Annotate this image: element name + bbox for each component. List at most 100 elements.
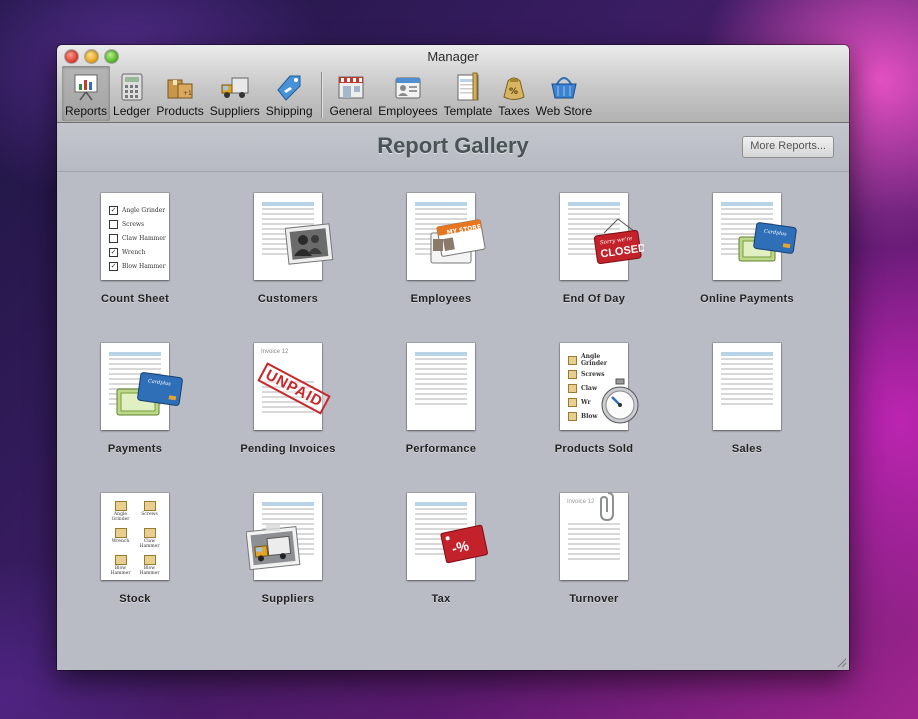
stock-item: Blow Hammer xyxy=(106,555,135,576)
svg-text:+1: +1 xyxy=(183,90,192,97)
item-label: Wrench xyxy=(111,539,130,544)
item-label: Blow Hammer xyxy=(139,566,160,576)
checkbox-icon: ✓ xyxy=(109,205,118,215)
stock-thumbnail: Angle Grinder Screws Wrench Claw Hammer … xyxy=(101,493,169,580)
toolbar-item-general[interactable]: General xyxy=(327,66,376,121)
report-label: Count Sheet xyxy=(100,293,170,305)
manager-window: Manager Reports Ledger +1 Products Suppl… xyxy=(57,45,849,670)
employees-icon xyxy=(395,77,421,99)
box-icon xyxy=(114,555,127,565)
performance-thumbnail xyxy=(407,343,475,430)
payment-cards-icon: Cardplus xyxy=(116,372,183,416)
box-icon xyxy=(568,355,577,365)
list-item: ✓ Blow Hammer xyxy=(109,259,166,273)
stock-item: Screws xyxy=(135,501,164,522)
toolbar-item-web-store[interactable]: Web Store xyxy=(533,66,595,121)
report-gallery-panel: Report Gallery More Reports... ✓ Angle Gr… xyxy=(57,123,849,670)
item-label: Wrench xyxy=(122,248,146,256)
checkbox-icon xyxy=(109,219,118,229)
stopwatch-icon xyxy=(601,378,639,424)
products-icon: +1 xyxy=(167,79,193,99)
toolbar-label-reports: Reports xyxy=(65,104,108,118)
item-label: Wr xyxy=(581,398,591,406)
toolbar-item-reports[interactable]: Reports xyxy=(62,66,111,121)
toolbar-label-employees: Employees xyxy=(378,104,438,118)
box-icon xyxy=(568,383,577,393)
list-item: ✓ Wrench xyxy=(109,245,166,259)
title-bar: Manager Reports Ledger +1 Products Suppl… xyxy=(57,45,849,123)
box-icon xyxy=(143,501,156,511)
gallery-title: Report Gallery xyxy=(377,133,529,158)
web-store-icon xyxy=(551,77,577,99)
report-label: Stock xyxy=(119,593,151,605)
item-label: Angle Grinder xyxy=(122,206,166,214)
count-sheet-list: ✓ Angle Grinder Screws Claw Hammer ✓ Wrenc… xyxy=(109,203,166,273)
toolbar-label-template: Template xyxy=(443,104,493,118)
list-item: Claw Hammer xyxy=(109,231,166,245)
checkbox-icon xyxy=(109,233,118,243)
item-label: Blow Hammer xyxy=(122,262,166,270)
toolbar-item-suppliers[interactable]: Suppliers xyxy=(207,66,263,121)
stock-item: Claw Hammer xyxy=(135,528,164,549)
box-icon xyxy=(568,369,577,379)
report-label: Performance xyxy=(405,443,477,455)
stock-item: Angle Grinder xyxy=(106,501,135,522)
report-label: Sales xyxy=(731,443,763,455)
report-label: Online Payments xyxy=(700,293,794,305)
toolbar-label-ledger: Ledger xyxy=(113,104,151,118)
count-sheet-thumbnail: ✓ Angle Grinder Screws Claw Hammer ✓ Wrenc… xyxy=(101,193,169,280)
paperclip-icon xyxy=(600,492,614,522)
invoice-heading: Invoice 12 xyxy=(261,349,289,355)
sales-thumbnail xyxy=(713,343,781,430)
checkbox-icon: ✓ xyxy=(109,261,118,271)
report-label: Employees xyxy=(410,293,472,305)
toolbar-item-shipping[interactable]: Shipping xyxy=(263,66,316,121)
item-label: Claw Hammer xyxy=(122,234,166,242)
list-item: ✓ Angle Grinder xyxy=(109,203,166,217)
toolbar-label-shipping: Shipping xyxy=(265,104,313,118)
item-label: Blow Hammer xyxy=(110,566,131,576)
toolbar-item-template[interactable]: Template xyxy=(441,66,496,121)
toolbar-label-products: Products xyxy=(156,104,204,118)
report-label: Suppliers xyxy=(261,593,315,605)
checkbox-icon: ✓ xyxy=(109,247,118,257)
toolbar-item-employees[interactable]: Employees xyxy=(375,66,440,121)
reports-icon xyxy=(74,74,98,101)
toolbar-item-ledger[interactable]: Ledger xyxy=(110,66,153,121)
report-label: End Of Day xyxy=(562,293,626,305)
more-reports-button[interactable]: More Reports... xyxy=(742,136,834,158)
invoice-heading: Invoice 12 xyxy=(567,499,595,505)
stock-grid: Angle Grinder Screws Wrench Claw Hammer … xyxy=(106,501,164,576)
table-lines xyxy=(415,352,467,408)
truck-photo-icon xyxy=(246,525,301,571)
item-label: Claw Hammer xyxy=(139,539,160,549)
box-icon xyxy=(143,555,156,565)
toolbar: Reports Ledger +1 Products Suppliers Shi… xyxy=(62,66,849,121)
list-item: Screws xyxy=(109,217,166,231)
toolbar-label-web-store: Web Store xyxy=(535,104,593,118)
table-lines xyxy=(721,352,773,408)
taxes-icon: % xyxy=(503,77,525,100)
report-label: Products Sold xyxy=(554,443,634,455)
list-item: Angle Grinder xyxy=(568,353,628,367)
item-label: Screws xyxy=(141,512,158,517)
item-label: Angle Grinder xyxy=(111,512,130,522)
gallery-header: Report Gallery More Reports... xyxy=(57,123,849,172)
toolbar-label-general: General xyxy=(329,104,373,118)
resize-grip-icon[interactable] xyxy=(835,656,847,668)
template-icon xyxy=(457,72,479,101)
stock-item: Blow Hammer xyxy=(135,555,164,576)
ledger-icon xyxy=(121,73,143,101)
general-icon xyxy=(338,76,364,99)
report-label: Tax xyxy=(431,593,451,605)
window-title: Manager xyxy=(427,49,479,64)
toolbar-item-products[interactable]: +1 Products xyxy=(153,66,206,121)
report-label: Customers xyxy=(257,293,319,305)
toolbar-item-taxes[interactable]: % Taxes xyxy=(495,66,532,121)
stock-item: Wrench xyxy=(106,528,135,549)
closed-sign-icon: Sorry we're CLOSED xyxy=(593,218,644,265)
item-label: Angle Grinder xyxy=(580,353,608,367)
box-icon xyxy=(568,411,577,421)
report-label: Payments xyxy=(107,443,163,455)
toolbar-label-taxes: Taxes xyxy=(498,104,530,118)
